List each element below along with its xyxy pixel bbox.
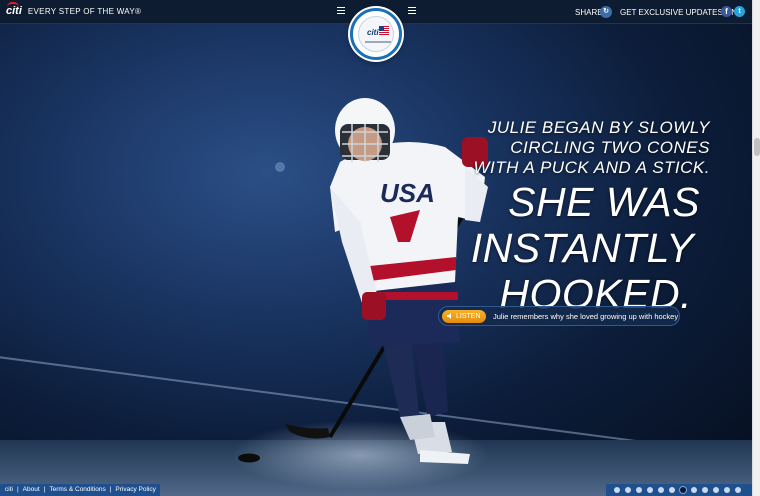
badge-subtext	[365, 41, 391, 43]
page-dot[interactable]	[647, 487, 653, 493]
page-dot[interactable]	[658, 487, 664, 493]
listen-audio-bar[interactable]: LISTEN Julie remembers why she loved gro…	[438, 306, 680, 326]
usa-flag-icon	[379, 26, 389, 35]
page-dot[interactable]	[691, 487, 697, 493]
brand-tagline: EVERY STEP OF THE WAY®	[27, 6, 142, 16]
scrollbar[interactable]	[752, 0, 760, 496]
story-headline: JULIE BEGAN BY SLOWLY CIRCLING TWO CONES…	[460, 118, 710, 316]
footer-link-about[interactable]: About	[23, 484, 40, 496]
citi-olympic-badge[interactable]: citi	[350, 8, 402, 60]
badge-citi-logo: citi	[367, 28, 379, 37]
hero-page: USA citi EVERY STEP OF THE WAY® SHARE ↻ …	[0, 0, 760, 496]
page-dot[interactable]	[724, 487, 730, 493]
footer-citi-logo[interactable]: citi	[5, 484, 13, 496]
menu-icon[interactable]	[337, 7, 345, 14]
headline-lead-1: JULIE BEGAN BY SLOWLY	[487, 118, 710, 137]
footer-link-terms[interactable]: Terms & Conditions	[49, 484, 105, 496]
svg-text:USA: USA	[380, 178, 435, 208]
footer-links: citi | About | Terms & Conditions | Priv…	[0, 484, 160, 496]
page-dot[interactable]	[614, 487, 620, 493]
footer-separator: |	[109, 486, 112, 493]
listen-button[interactable]: LISTEN	[442, 310, 486, 323]
footer-separator: |	[43, 486, 46, 493]
badge-inner: citi	[358, 16, 394, 52]
menu-icon[interactable]	[408, 7, 416, 14]
speaker-icon	[447, 313, 451, 319]
page-dot[interactable]	[702, 487, 708, 493]
page-dots	[606, 484, 752, 496]
headline-big-1: SHE WAS	[508, 179, 700, 225]
headline-big-2: INSTANTLY	[470, 225, 694, 271]
listen-caption: Julie remembers why she loved growing up…	[493, 312, 679, 321]
share-label[interactable]: SHARE	[575, 8, 603, 17]
citi-logo[interactable]: citi	[6, 2, 22, 17]
footer-link-privacy[interactable]: Privacy Policy	[115, 484, 155, 496]
page-dot[interactable]	[713, 487, 719, 493]
brand[interactable]: citi EVERY STEP OF THE WAY®	[6, 2, 142, 17]
page-dot[interactable]	[735, 487, 741, 493]
facebook-icon[interactable]: f	[721, 6, 732, 17]
headline-lead-3: WITH A PUCK AND A STICK.	[473, 158, 710, 177]
page-dot[interactable]	[680, 487, 686, 493]
updates-label: GET EXCLUSIVE UPDATES ON	[620, 8, 738, 17]
twitter-icon[interactable]: t	[734, 6, 745, 17]
headline-lead-2: CIRCLING TWO CONES	[510, 138, 710, 157]
page-dot[interactable]	[625, 487, 631, 493]
share-icon[interactable]: ↻	[600, 6, 612, 18]
scrollbar-thumb[interactable]	[754, 138, 760, 156]
footer-separator: |	[16, 486, 19, 493]
page-dot[interactable]	[636, 487, 642, 493]
puck	[238, 453, 260, 463]
page-dot[interactable]	[669, 487, 675, 493]
